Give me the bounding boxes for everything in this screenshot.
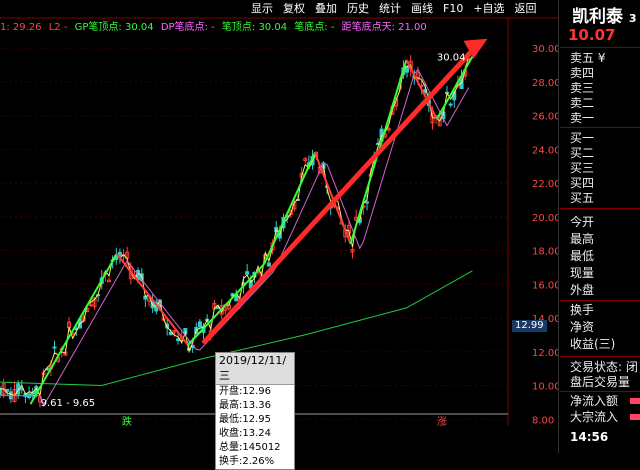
- stat-high: 最高: [570, 232, 595, 246]
- tooltip-close: 收盘:13.24: [219, 428, 271, 439]
- trade-status: 交易状态: 闭: [570, 360, 638, 374]
- toolbar-stats[interactable]: 统计: [374, 0, 406, 18]
- marker-up: 涨: [437, 416, 447, 426]
- buy-3: 买三: [570, 161, 595, 175]
- tooltip-date: 2019/12/11/三: [216, 353, 294, 385]
- toolbar-add-favorite[interactable]: +自选: [468, 0, 509, 18]
- divider: [560, 356, 640, 357]
- down-stroke: [405, 59, 438, 120]
- stat-net-assets: 净资: [570, 320, 595, 334]
- up-stroke: [436, 56, 474, 120]
- y-tick-label: 8.00: [532, 415, 554, 426]
- toolbar-history[interactable]: 历史: [342, 0, 374, 18]
- y-tick-label: 26.00: [532, 112, 558, 123]
- down-stroke: [314, 152, 352, 245]
- buy-4: 买四: [570, 176, 595, 190]
- legend-bd: 笔顶点: 30.04: [221, 22, 288, 33]
- sell-1: 卖一: [570, 111, 595, 125]
- stat-open: 今开: [570, 215, 595, 229]
- y-tick-label: 18.00: [532, 247, 558, 258]
- tooltip-low: 最低:12.95: [219, 414, 271, 425]
- toolbar-back[interactable]: 返回: [510, 0, 542, 18]
- candle-body: [52, 346, 57, 349]
- candle-body: [266, 262, 271, 267]
- tooltip-open: 开盘:12.96: [219, 386, 271, 397]
- toolbar-adjust[interactable]: 复权: [278, 0, 310, 18]
- stat-low: 最低: [570, 249, 595, 263]
- y-tick-label: 24.00: [532, 145, 558, 156]
- legend-l1: 1: 29.26: [0, 22, 42, 33]
- sell-2: 卖二: [570, 96, 595, 110]
- candle-body: [88, 304, 93, 307]
- block-inflow: 大宗流入: [570, 410, 619, 424]
- sell-5: 卖五 ¥: [570, 51, 606, 65]
- low-range-label: 9.61 - 9.65: [41, 398, 96, 409]
- up-stroke: [187, 263, 265, 346]
- stat-earnings: 收益(三): [570, 337, 616, 351]
- down-stroke: [116, 253, 189, 346]
- sell-4: 卖四: [570, 66, 595, 80]
- top-price-label: 30.04: [437, 53, 466, 64]
- divider: [560, 127, 640, 128]
- buy-2: 买二: [570, 146, 595, 160]
- candle-body: [386, 128, 391, 131]
- toolbar: 显示 复权 叠加 历史 统计 画线 F10 +自选 返回: [246, 0, 542, 18]
- y-tick-label: 30.00: [532, 44, 558, 55]
- toolbar-overlay[interactable]: 叠加: [310, 0, 342, 18]
- candle-tooltip: 2019/12/11/三 开盘:12.96 最高:13.36 最低:12.95 …: [215, 352, 295, 470]
- current-price-tag: 12.99: [512, 320, 547, 332]
- tooltip-high: 最高:13.36: [219, 400, 271, 411]
- indicator-legend: 1: 29.26 L2 - GP笔顶点: 30.04 DP笔底点: - 笔顶点:…: [0, 20, 560, 36]
- y-tick-label: 20.00: [532, 213, 558, 224]
- ma-short-line: [0, 54, 470, 398]
- legend-dp: DP笔底点: -: [160, 22, 215, 33]
- clock-time: 14:56: [570, 430, 609, 444]
- divider: [560, 208, 640, 209]
- legend-l2: L2 -: [48, 22, 68, 33]
- candle-body: [365, 201, 370, 204]
- toolbar-draw[interactable]: 画线: [406, 0, 438, 18]
- net-inflow-bar: [630, 398, 640, 404]
- candle-body: [5, 388, 10, 392]
- up-stroke: [29, 253, 118, 405]
- stock-price: 10.07: [568, 26, 616, 44]
- buy-1: 买一: [570, 131, 595, 145]
- tooltip-turnover: 换手:2.26%: [219, 456, 275, 467]
- stat-turnover: 换手: [570, 303, 595, 317]
- toolbar-f10[interactable]: F10: [438, 0, 468, 18]
- legend-bb: 笔底点: -: [294, 22, 335, 33]
- stock-name: 凯利泰 3: [572, 7, 637, 27]
- stat-outer: 外盘: [570, 283, 595, 297]
- after-hours-volume: 盘后交易量: [570, 375, 631, 389]
- y-tick-label: 28.00: [532, 78, 558, 89]
- buy-5: 买五: [570, 191, 595, 205]
- candle-body: [245, 271, 250, 275]
- marker-down: 跌: [122, 415, 132, 426]
- stat-volume: 现量: [570, 266, 595, 280]
- y-tick-label: 16.00: [532, 280, 558, 291]
- divider: [560, 391, 640, 392]
- legend-dist: 距笔底点天: 21.00: [341, 22, 427, 33]
- y-tick-label: 10.00: [532, 382, 558, 393]
- net-inflow: 净流入额: [570, 394, 619, 408]
- divider: [560, 300, 640, 301]
- candle-body: [197, 321, 202, 328]
- block-inflow-bar: [630, 414, 640, 420]
- legend-gp: GP笔顶点: 30.04: [74, 22, 154, 33]
- y-tick-label: 22.00: [532, 179, 558, 190]
- candle-body: [448, 103, 453, 106]
- toolbar-display[interactable]: 显示: [246, 0, 278, 18]
- trend-arrow-line: [201, 43, 480, 346]
- divider: [560, 47, 640, 48]
- sell-3: 卖三: [570, 81, 595, 95]
- y-tick-label: 12.00: [532, 348, 558, 359]
